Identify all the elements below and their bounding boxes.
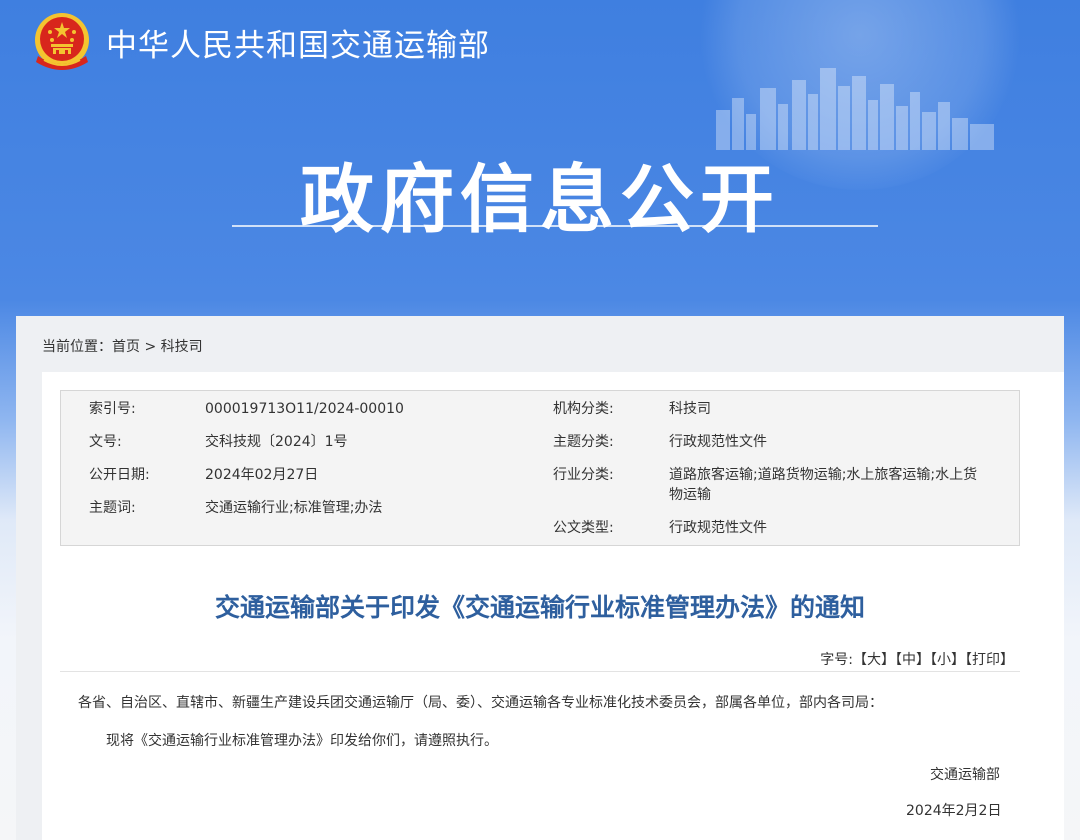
docno-label: 文号: — [89, 434, 122, 450]
breadcrumb-separator: > — [140, 339, 161, 355]
industry-label: 行业分类: — [553, 467, 614, 483]
breadcrumb: 当前位置：首页 > 科技司 — [42, 336, 203, 356]
keywords-label: 主题词: — [89, 500, 136, 516]
date-label: 公开日期: — [89, 467, 150, 483]
index-value: 000019713O11/2024-00010 — [205, 401, 404, 417]
breadcrumb-prefix: 当前位置： — [42, 339, 112, 355]
breadcrumb-home-link[interactable]: 首页 — [112, 339, 140, 355]
date-value: 2024年02月27日 — [205, 467, 319, 483]
docno-value: 交科技规〔2024〕1号 — [205, 434, 348, 450]
document-metadata-table: 索引号: 000019713O11/2024-00010 机构分类: 科技司 文… — [60, 390, 1020, 546]
font-large-button[interactable]: 【大】 — [853, 652, 895, 668]
print-button[interactable]: 【打印】 — [965, 652, 1014, 668]
header-banner: 中华人民共和国交通运输部 政府信息公开 — [0, 0, 1080, 316]
topic-value: 行政规范性文件 — [669, 434, 767, 450]
body-paragraph: 现将《交通运输行业标准管理办法》印发给你们，请遵照执行。 — [106, 733, 498, 749]
font-small-button[interactable]: 【小】 — [930, 652, 965, 668]
article-title: 交通运输部关于印发《交通运输行业标准管理办法》的通知 — [214, 593, 865, 622]
doctype-value: 行政规范性文件 — [669, 520, 767, 536]
hero-underline — [232, 225, 878, 227]
org-value: 科技司 — [669, 401, 711, 417]
doctype-label: 公文类型: — [553, 520, 614, 536]
font-medium-button[interactable]: 【中】 — [895, 652, 930, 668]
org-label: 机构分类: — [553, 401, 614, 417]
recipients-paragraph: 各省、自治区、直辖市、新疆生产建设兵团交通运输厅（局、委）、交通运输各专业标准化… — [78, 695, 883, 711]
breadcrumb-current-link[interactable]: 科技司 — [161, 339, 203, 355]
font-size-label: 字号: — [820, 652, 853, 668]
hero-title: 政府信息公开 — [300, 157, 780, 243]
site-name[interactable]: 中华人民共和国交通运输部 — [106, 20, 490, 65]
font-size-toolbar: 字号:【大】【中】【小】【打印】 — [820, 649, 1014, 669]
keywords-value: 交通运输行业;标准管理;办法 — [205, 500, 383, 516]
city-skyline-graphic — [716, 68, 994, 150]
title-divider — [60, 671, 1020, 672]
industry-value: 道路旅客运输;道路货物运输;水上旅客运输;水上货物运输 — [669, 467, 978, 503]
topic-label: 主题分类: — [553, 434, 614, 450]
index-label: 索引号: — [89, 401, 136, 417]
national-emblem-logo — [35, 13, 89, 70]
sign-date: 2024年2月2日 — [906, 803, 1002, 819]
signature: 交通运输部 — [930, 767, 1000, 783]
